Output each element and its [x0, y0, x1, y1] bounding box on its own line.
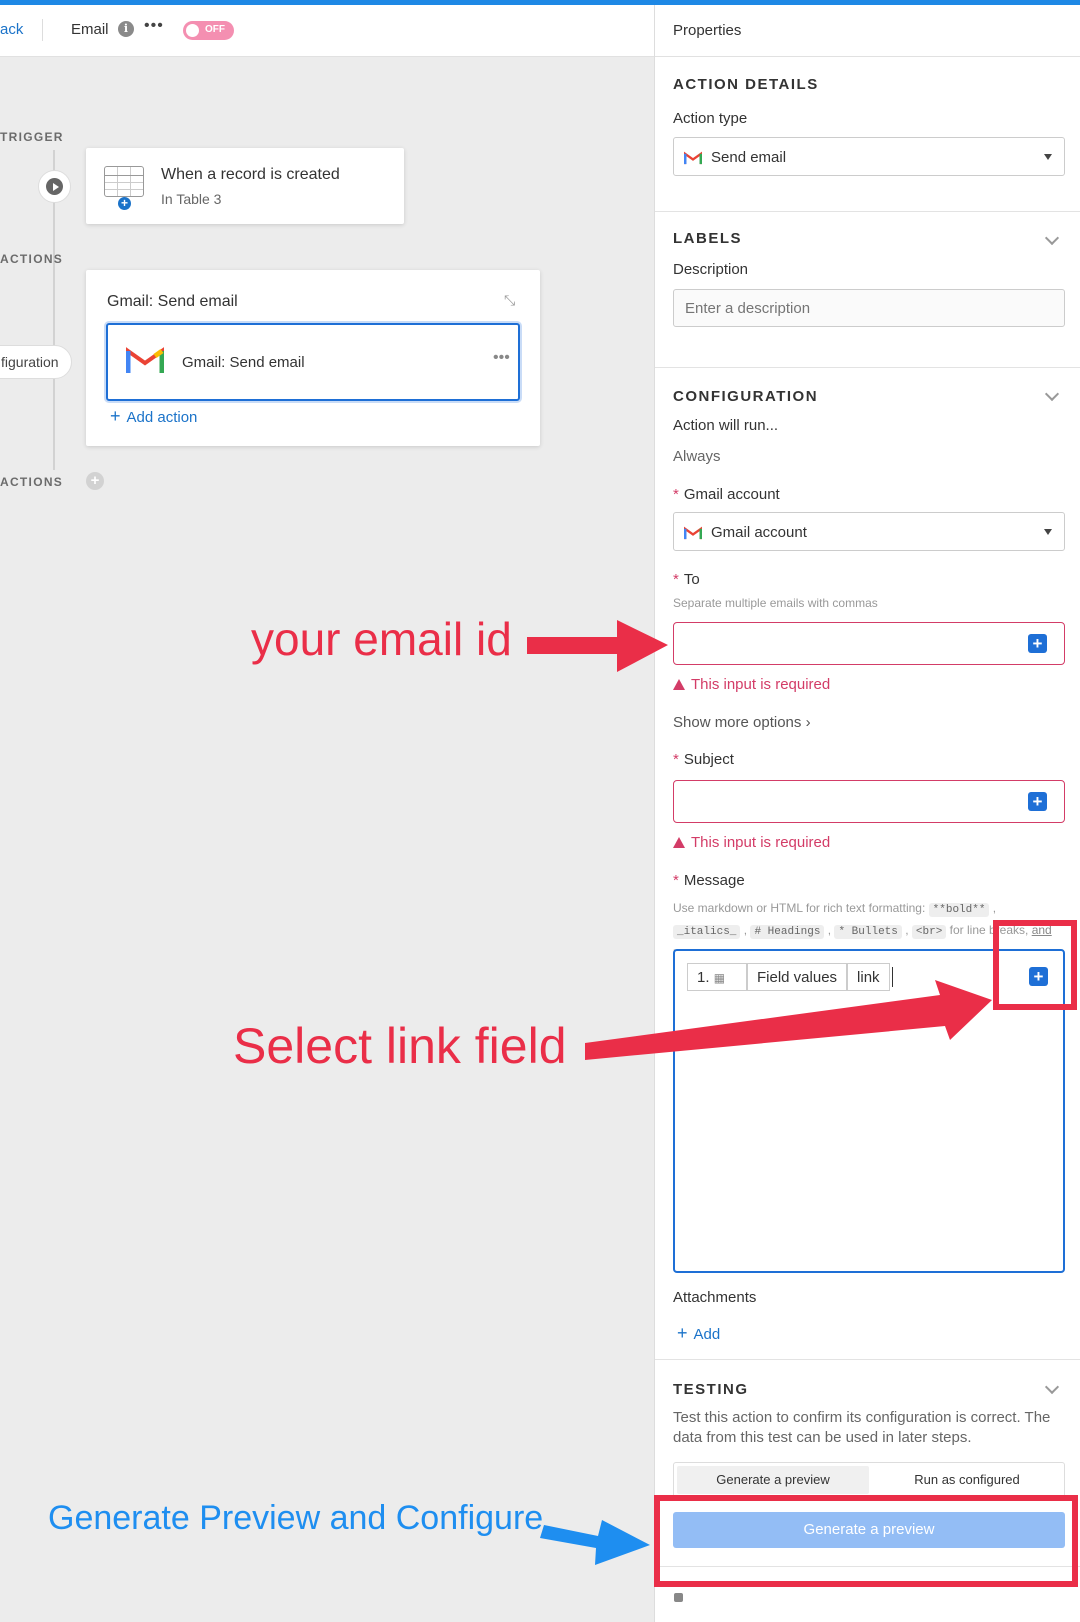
arrow-to-generate [540, 1520, 650, 1565]
arrow-to-email [527, 620, 668, 672]
arrow-to-link [585, 980, 992, 1060]
annotation-arrows [527, 620, 992, 1565]
